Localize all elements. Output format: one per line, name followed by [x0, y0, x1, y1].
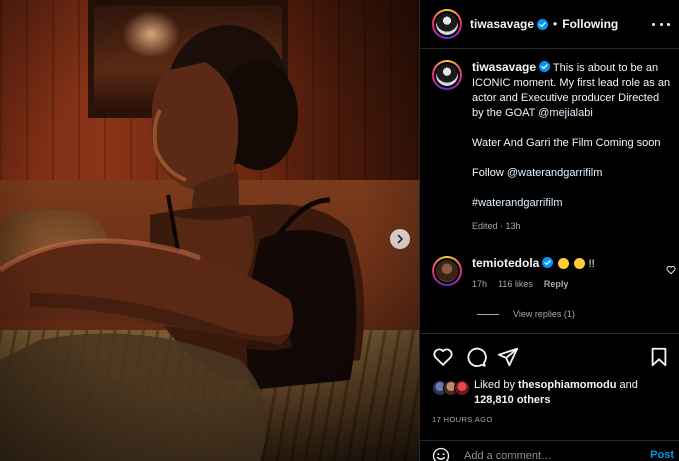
comment: temiotedola !! 17h 116 likes Reply — [432, 256, 676, 289]
caption-time[interactable]: 13h — [506, 221, 521, 231]
comment-avatar[interactable] — [432, 256, 462, 286]
liker-avatars[interactable] — [432, 380, 470, 396]
likes-count[interactable]: 128,810 others — [474, 394, 550, 406]
heart-icon[interactable] — [432, 346, 454, 368]
verified-badge-icon — [542, 257, 554, 268]
smiling-face-emoji-icon — [574, 258, 586, 269]
comment-input[interactable] — [464, 448, 634, 461]
chevron-right-icon — [397, 234, 403, 244]
liked-by-user[interactable]: thesophiamomodu — [518, 379, 616, 391]
add-comment-bar: Post — [420, 440, 679, 461]
photo-vignette — [0, 0, 419, 461]
caption-line-2: Water And Garri the Film Coming soon — [472, 137, 661, 149]
caption-avatar[interactable] — [432, 60, 462, 90]
avatar[interactable] — [432, 9, 462, 39]
mention-link[interactable]: @waterandgarrifilm — [507, 167, 603, 179]
view-replies-label: View replies (1) — [513, 309, 575, 319]
liked-by-prefix: Liked by — [474, 379, 519, 391]
comment-username[interactable]: temiotedola — [472, 256, 539, 270]
caption-text: tiwasavage This is about to be an ICONIC… — [472, 60, 672, 211]
replies-divider — [477, 313, 499, 315]
post-timestamp[interactable]: 17 HOURS AGO — [432, 415, 493, 424]
edited-label: Edited — [472, 221, 498, 231]
verified-badge-icon — [539, 61, 551, 72]
comment-time[interactable]: 17h — [472, 279, 487, 289]
comment-suffix: !! — [585, 258, 595, 270]
reply-button[interactable]: Reply — [544, 279, 569, 289]
action-bar — [432, 346, 670, 368]
likes-summary: Liked by thesophiamomodu and 128,810 othe… — [432, 378, 638, 408]
likes-text: Liked by thesophiamomodu and 128,810 othe… — [474, 378, 638, 408]
verified-badge-icon — [537, 18, 549, 30]
hashtag-link[interactable]: #waterandgarrifilm — [472, 197, 562, 209]
more-horizontal-icon — [652, 22, 655, 26]
comment-like-heart-icon[interactable] — [666, 265, 676, 275]
liked-by-middle: and — [616, 379, 638, 391]
caption-follow-prefix: Follow — [472, 167, 507, 179]
comment-text: temiotedola !! — [472, 256, 676, 272]
post-button[interactable]: Post — [650, 449, 674, 461]
more-options-button[interactable] — [652, 16, 670, 32]
bookmark-icon[interactable] — [648, 346, 670, 368]
post-details-panel: tiwasavage • Following tiwasavage This i… — [419, 0, 679, 461]
following-button[interactable]: Following — [562, 17, 618, 31]
post-photo[interactable] — [0, 0, 419, 461]
header-separator: • — [553, 17, 558, 31]
caption-meta: Edited · 13h — [472, 221, 521, 231]
caption: tiwasavage This is about to be an ICONIC… — [432, 60, 672, 231]
view-replies-button[interactable]: View replies (1) — [477, 309, 575, 319]
next-photo-button[interactable] — [390, 229, 410, 249]
header-username[interactable]: tiwasavage — [470, 17, 534, 31]
comment-icon[interactable] — [465, 346, 487, 368]
heart-eyes-emoji-icon — [558, 258, 570, 269]
avatar — [454, 380, 470, 396]
post-header: tiwasavage • Following — [420, 0, 679, 49]
comment-likes[interactable]: 116 likes — [498, 279, 533, 289]
mention-link[interactable]: @mejialabi — [538, 107, 593, 119]
send-icon[interactable] — [497, 346, 519, 368]
emoji-smile-icon[interactable] — [432, 447, 450, 461]
caption-username[interactable]: tiwasavage — [472, 60, 536, 74]
comment-meta: 17h 116 likes Reply — [472, 279, 676, 289]
